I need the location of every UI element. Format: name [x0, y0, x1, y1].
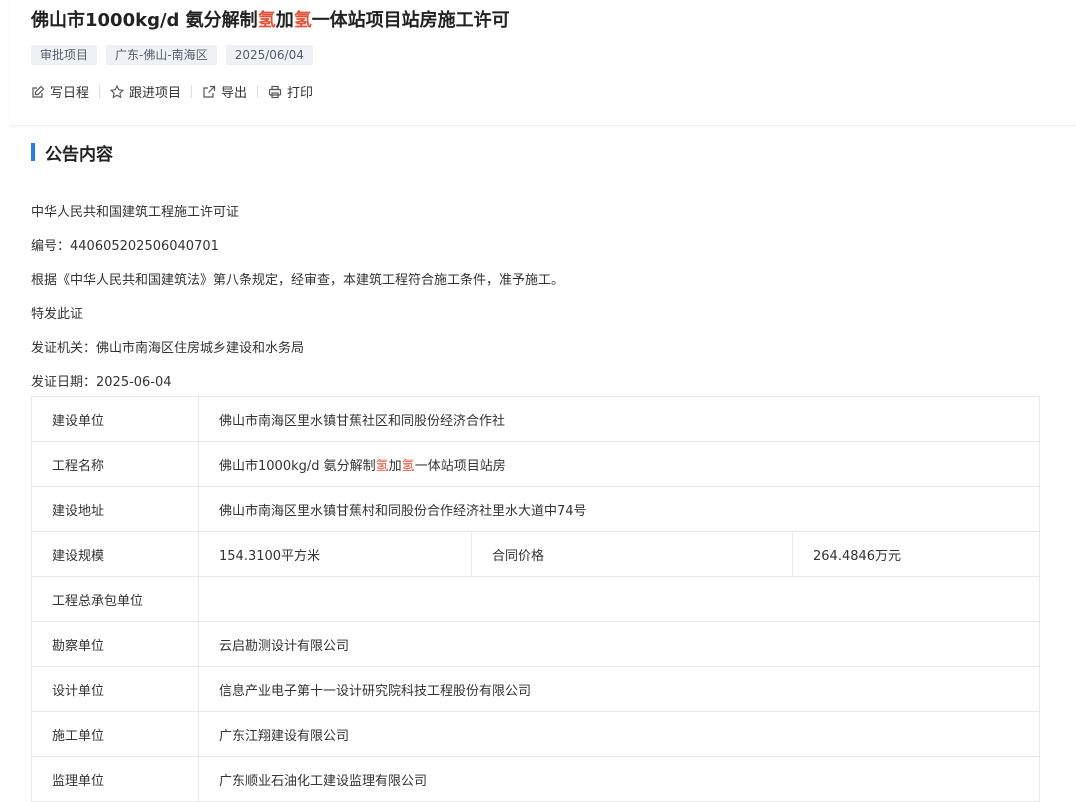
table-value: 信息产业电子第十一设计研究院科技工程股份有限公司	[197, 666, 1041, 712]
table-value: 154.3100平方米	[198, 531, 472, 577]
permit-info-table: 建设单位 佛山市南海区里水镇甘蕉社区和同股份经济合作社 工程名称 佛山市1000…	[31, 396, 1041, 802]
tag-list: 审批项目 广东-佛山-南海区 2025/06/04	[31, 45, 313, 65]
name-highlight: 氢	[401, 458, 415, 474]
section-accent-bar	[31, 143, 35, 161]
notice-line: 编号：440605202506040701	[31, 239, 219, 254]
star-icon	[110, 84, 125, 99]
name-highlight: 氢	[375, 458, 389, 474]
notice-line: 根据《中华人民共和国建筑法》第八条规定，经审查，本建筑工程符合施工条件，准予施工…	[31, 273, 565, 288]
table-value: 264.4846万元	[791, 531, 1041, 577]
title-part: 加	[275, 10, 294, 31]
printer-icon	[268, 85, 282, 99]
table-value: 广东顺业石油化工建设监理有限公司	[197, 756, 1041, 802]
name-part: 佛山市1000kg/d 氨分解制	[219, 458, 376, 474]
print-button[interactable]: 打印	[268, 82, 313, 101]
notice-line: 特发此证	[31, 307, 84, 322]
table-row: 施工单位 广东江翔建设有限公司	[31, 711, 1041, 757]
export-button[interactable]: 导出	[202, 82, 247, 101]
table-value: 佛山市南海区里水镇甘蕉村和同股份合作经济社里水大道中74号	[197, 486, 1041, 532]
table-row: 建设单位 佛山市南海区里水镇甘蕉社区和同股份经济合作社	[31, 396, 1041, 442]
table-label: 工程总承包单位	[31, 576, 199, 622]
title-part: 一体站项目站房施工许可	[311, 10, 510, 31]
follow-project-button[interactable]: 跟进项目	[110, 82, 181, 101]
title-highlight: 氢	[293, 10, 312, 31]
write-schedule-label: 写日程	[50, 86, 90, 101]
title-part: 佛山市1000kg/d 氨分解制	[31, 10, 258, 31]
table-row: 工程总承包单位	[31, 576, 1041, 622]
table-value: 佛山市1000kg/d 氨分解制氢加氢一体站项目站房	[197, 441, 1041, 487]
table-value: 佛山市南海区里水镇甘蕉社区和同股份经济合作社	[197, 396, 1041, 442]
section-header: 公告内容	[31, 141, 113, 165]
action-bar: 写日程 跟进项目 导出 打印	[31, 82, 313, 101]
table-label: 设计单位	[31, 666, 199, 712]
divider	[257, 85, 259, 98]
export-icon	[202, 85, 216, 99]
notice-line: 发证机关：佛山市南海区住房城乡建设和水务局	[31, 341, 305, 356]
table-label: 施工单位	[31, 711, 199, 757]
section-title: 公告内容	[45, 144, 113, 165]
print-label: 打印	[287, 86, 314, 101]
table-value: 广东江翔建设有限公司	[197, 711, 1041, 757]
table-label: 工程名称	[31, 441, 199, 487]
table-row: 勘察单位 云启勘测设计有限公司	[31, 621, 1041, 667]
table-row: 监理单位 广东顺业石油化工建设监理有限公司	[31, 756, 1041, 802]
tag-date: 2025/06/04	[225, 45, 313, 65]
notice-line: 中华人民共和国建筑工程施工许可证	[31, 205, 240, 220]
name-part: 加	[388, 458, 402, 474]
table-value	[197, 576, 1041, 622]
table-label: 建设单位	[31, 396, 199, 442]
table-value: 云启勘测设计有限公司	[197, 621, 1041, 667]
table-label: 勘察单位	[31, 621, 199, 667]
edit-icon	[31, 85, 45, 99]
table-row: 建设地址 佛山市南海区里水镇甘蕉村和同股份合作经济社里水大道中74号	[31, 486, 1041, 532]
table-label: 建设地址	[31, 486, 199, 532]
divider	[191, 85, 193, 98]
table-row: 工程名称 佛山市1000kg/d 氨分解制氢加氢一体站项目站房	[31, 441, 1041, 487]
tag-region: 广东-佛山-南海区	[106, 45, 217, 65]
divider	[99, 85, 101, 98]
follow-project-label: 跟进项目	[129, 86, 182, 101]
write-schedule-button[interactable]: 写日程	[31, 82, 89, 101]
export-label: 导出	[221, 86, 248, 101]
table-label: 合同价格	[471, 531, 793, 577]
project-header: 佛山市1000kg/d 氨分解制氢加氢一体站项目站房施工许可 审批项目 广东-佛…	[10, 0, 1076, 126]
table-label: 监理单位	[31, 756, 199, 802]
title-highlight: 氢	[257, 10, 276, 31]
notice-line: 发证日期：2025-06-04	[31, 375, 172, 390]
page-title: 佛山市1000kg/d 氨分解制氢加氢一体站项目站房施工许可	[31, 6, 510, 32]
tag-project-type: 审批项目	[31, 45, 98, 65]
table-row: 建设规模 154.3100平方米 合同价格 264.4846万元	[31, 531, 1041, 577]
table-row: 设计单位 信息产业电子第十一设计研究院科技工程股份有限公司	[31, 666, 1041, 712]
name-part: 一体站项目站房	[414, 458, 506, 474]
table-label: 建设规模	[31, 531, 199, 577]
